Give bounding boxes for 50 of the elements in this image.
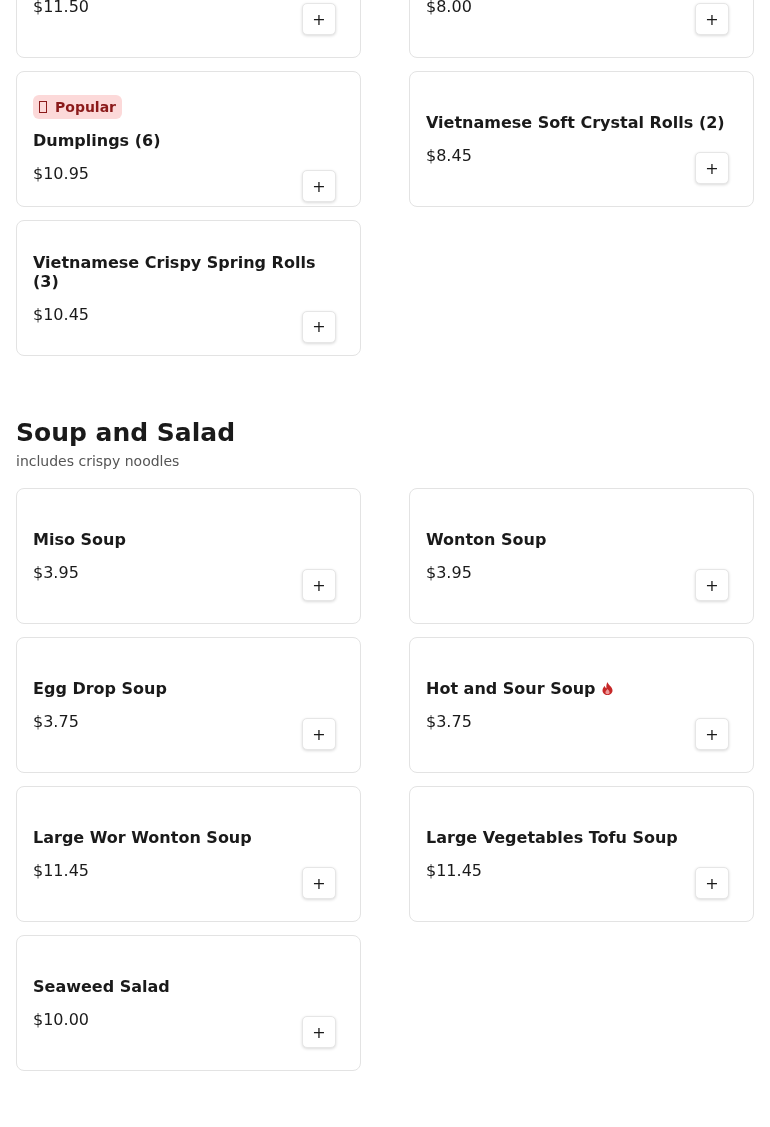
add-button[interactable]: +: [695, 718, 729, 750]
menu-item-card[interactable]: Large Wor Wonton Soup $11.45 +: [16, 786, 361, 922]
item-name: Wonton Soup: [426, 530, 547, 549]
item-name: Vietnamese Crispy Spring Rolls (3): [33, 252, 317, 291]
item-price: $11.45: [33, 861, 89, 880]
item-price: $10.95: [33, 164, 89, 183]
missing-glyph-icon: [39, 101, 47, 113]
menu-item-card[interactable]: Large Vegetables Tofu Soup $11.45 +: [409, 786, 754, 922]
menu-item-card[interactable]: Seaweed Salad $10.00 +: [16, 935, 361, 1071]
menu-item-card[interactable]: Vietnamese Crispy Spring Rolls (3) $10.45 +: [16, 220, 361, 356]
add-button[interactable]: +: [302, 3, 336, 35]
item-price: $8.00: [426, 0, 472, 16]
add-button[interactable]: +: [302, 569, 336, 601]
item-name: Vietnamese Soft Crystal Rolls (2): [426, 113, 725, 132]
menu-item-card[interactable]: Miso Soup $3.95 +: [16, 488, 361, 624]
item-price: $10.00: [33, 1010, 89, 1029]
add-button[interactable]: +: [695, 152, 729, 184]
add-button[interactable]: +: [302, 1016, 336, 1048]
item-price: $8.45: [426, 146, 472, 165]
add-button[interactable]: +: [302, 867, 336, 899]
item-price: $3.75: [33, 712, 79, 731]
section-subtitle: includes crispy noodles: [16, 452, 181, 470]
section-title: Soup and Salad: [16, 418, 237, 448]
menu-item-card[interactable]: Popular Dumplings (6) $10.95 +: [16, 71, 361, 207]
item-price: $10.45: [33, 304, 89, 324]
add-button[interactable]: +: [302, 718, 336, 750]
popular-badge: Popular: [33, 95, 123, 119]
item-name: Miso Soup: [33, 530, 126, 549]
add-button[interactable]: +: [302, 170, 336, 202]
item-name: Hot and Sour Soup: [426, 679, 596, 698]
menu-item-card[interactable]: Vietnamese Soft Crystal Rolls (2) $8.45 +: [409, 71, 754, 207]
item-price: $3.95: [33, 563, 79, 582]
item-price: $3.95: [426, 563, 472, 582]
menu-item-card[interactable]: $8.00 +: [409, 0, 754, 58]
item-name: Egg Drop Soup: [33, 679, 167, 698]
item-name: Dumplings (6): [33, 131, 161, 150]
add-button[interactable]: +: [302, 310, 336, 343]
menu-item-card[interactable]: Wonton Soup $3.95 +: [409, 488, 754, 624]
item-name: Large Vegetables Tofu Soup: [426, 828, 678, 847]
item-price: $11.45: [426, 861, 482, 880]
item-price: $11.50: [33, 0, 89, 16]
item-price: $3.75: [426, 712, 472, 731]
item-name: Large Wor Wonton Soup: [33, 828, 252, 847]
menu-item-card[interactable]: Hot and Sour Soup $3.75 +: [409, 637, 754, 773]
item-name: Seaweed Salad: [33, 977, 170, 996]
add-button[interactable]: +: [695, 569, 729, 601]
add-button[interactable]: +: [695, 867, 729, 899]
menu-item-card[interactable]: Egg Drop Soup $3.75 +: [16, 637, 361, 773]
menu-item-card[interactable]: $11.50 +: [16, 0, 361, 58]
add-button[interactable]: +: [695, 3, 729, 35]
